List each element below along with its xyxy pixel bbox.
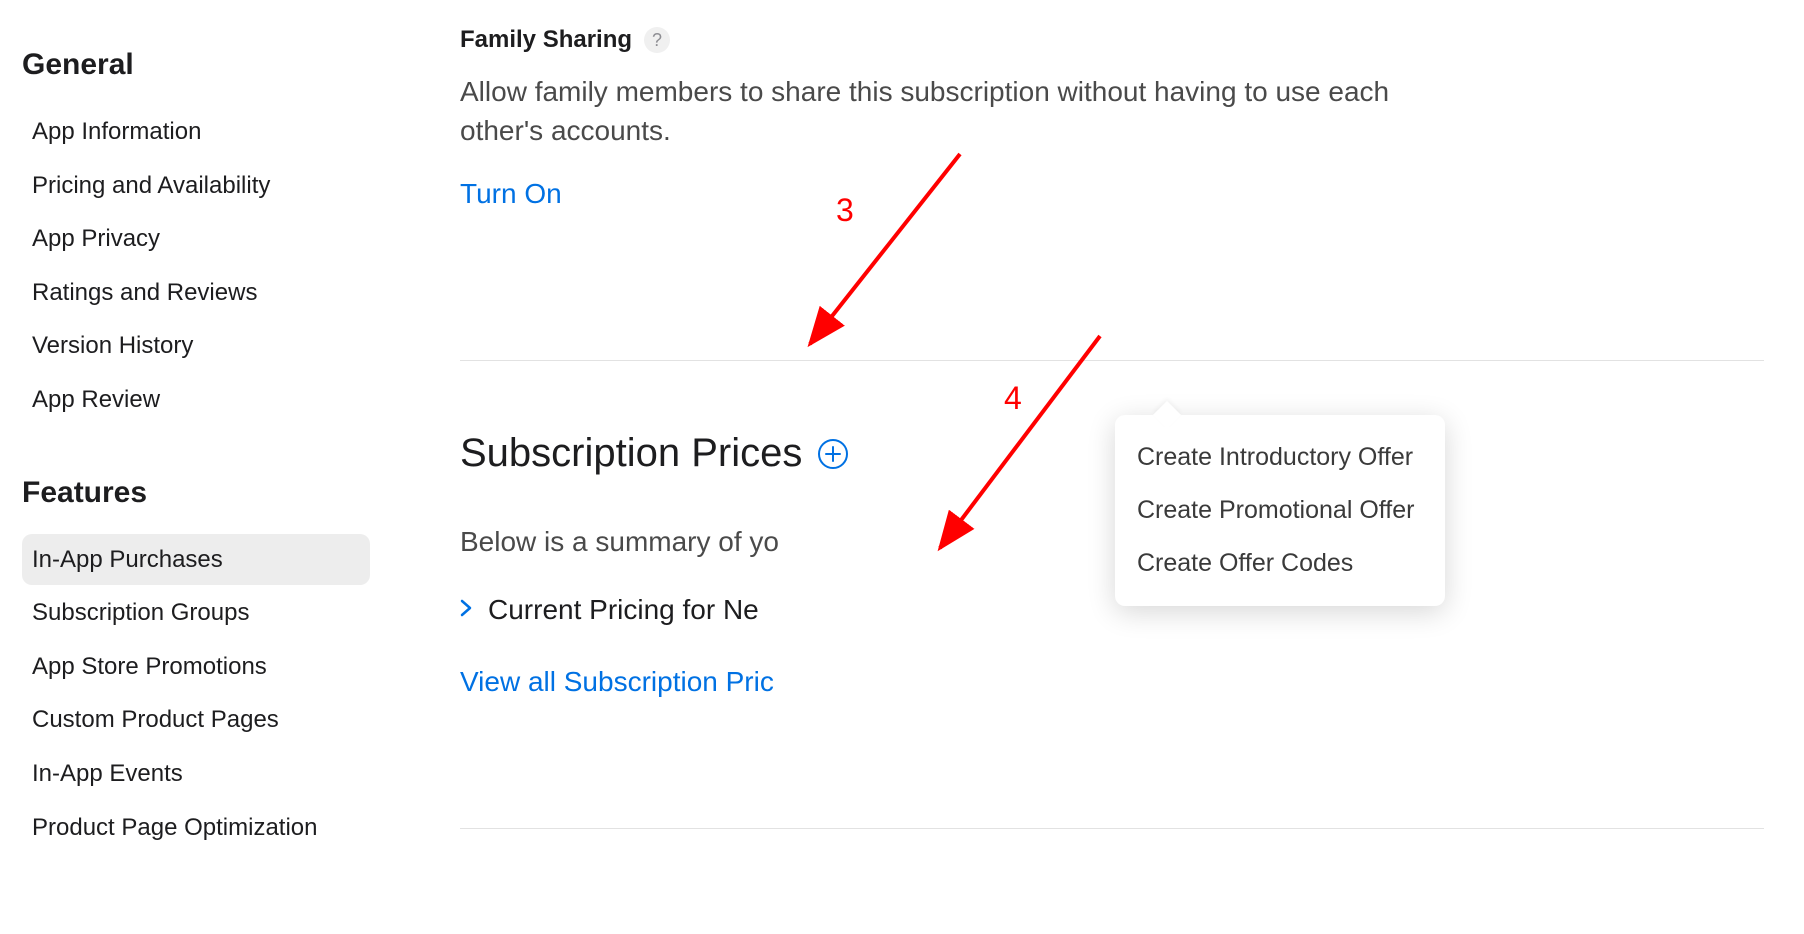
sidebar-item-app-information[interactable]: App Information [22, 106, 370, 158]
sidebar-item-version-history[interactable]: Version History [22, 320, 370, 372]
subscription-prices-section: Subscription Prices Below is a summary o… [460, 431, 1764, 738]
sidebar-item-app-review[interactable]: App Review [22, 374, 370, 426]
current-pricing-row[interactable]: Current Pricing for Ne [460, 594, 1764, 626]
plus-icon [825, 446, 841, 462]
sidebar-item-subscription-groups[interactable]: Subscription Groups [22, 587, 370, 639]
main-content: Family Sharing ? Allow family members to… [370, 0, 1804, 934]
summary-left: Below is a summary of yo [460, 526, 779, 557]
sidebar-item-in-app-events[interactable]: In-App Events [22, 748, 370, 800]
family-sharing-title: Family Sharing [460, 26, 632, 54]
annotation-label-4: 4 [1004, 380, 1022, 417]
turn-on-link[interactable]: Turn On [460, 178, 562, 210]
help-icon[interactable]: ? [644, 27, 670, 53]
view-all-pricing-link[interactable]: View all Subscription Pric [460, 666, 774, 698]
sidebar-section-general: General [22, 48, 370, 82]
sidebar-item-in-app-purchases[interactable]: In-App Purchases [22, 534, 370, 586]
add-price-popover: Create Introductory Offer Create Promoti… [1115, 415, 1445, 606]
popover-create-offer-codes[interactable]: Create Offer Codes [1115, 537, 1445, 590]
family-sharing-description: Allow family members to share this subsc… [460, 72, 1460, 150]
sidebar-section-features: Features [22, 476, 370, 510]
popover-create-introductory-offer[interactable]: Create Introductory Offer [1115, 431, 1445, 484]
section-divider [460, 360, 1764, 361]
section-divider-bottom [460, 828, 1764, 829]
annotation-label-3: 3 [836, 192, 854, 229]
subscription-summary-text: Below is a summary of your subscription … [460, 526, 1764, 558]
sidebar-item-pricing-availability[interactable]: Pricing and Availability [22, 160, 370, 212]
family-sharing-section: Family Sharing ? Allow family members to… [460, 26, 1764, 250]
subscription-prices-title: Subscription Prices [460, 431, 802, 476]
sidebar-item-product-page-optimization[interactable]: Product Page Optimization [22, 802, 370, 854]
sidebar: General App Information Pricing and Avai… [0, 0, 370, 934]
add-price-button[interactable] [818, 439, 848, 469]
chevron-right-icon [460, 597, 472, 623]
sidebar-item-custom-product-pages[interactable]: Custom Product Pages [22, 694, 370, 746]
current-pricing-label: Current Pricing for Ne [488, 594, 759, 626]
sidebar-item-ratings-reviews[interactable]: Ratings and Reviews [22, 267, 370, 319]
sidebar-item-app-store-promotions[interactable]: App Store Promotions [22, 641, 370, 693]
popover-create-promotional-offer[interactable]: Create Promotional Offer [1115, 484, 1445, 537]
sidebar-item-app-privacy[interactable]: App Privacy [22, 213, 370, 265]
